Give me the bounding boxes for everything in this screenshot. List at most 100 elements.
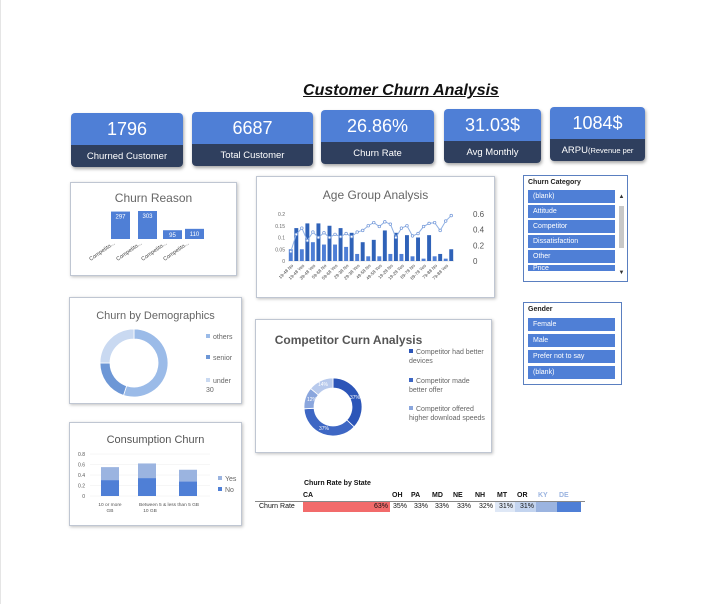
y-tick-label: 0.8 — [78, 452, 85, 458]
state-value-or: 31% — [515, 502, 536, 512]
bar — [327, 225, 332, 261]
legend-swatch — [218, 487, 222, 491]
gender-slicer[interactable]: Gender Female Male Prefer not to say (bl… — [523, 302, 622, 385]
bar — [322, 244, 326, 261]
kpi-value: 26.86% — [321, 110, 434, 142]
legend-item-senior: senior — [206, 354, 232, 363]
slicer-scrollbar[interactable]: ▲ ▼ — [618, 194, 625, 277]
bar-no — [101, 480, 119, 496]
kpi-value: 6687 — [192, 112, 313, 144]
legend-item-under-30: under 30 — [206, 378, 231, 394]
bar — [382, 230, 387, 261]
kpi-arpu: 1084$ ARPU (Revenue per — [550, 107, 645, 161]
state-header-pa: PA — [411, 492, 421, 499]
competitor-chart[interactable]: Competitor Curn Analysis 37% 37% 12% 14% Co… — [255, 319, 492, 453]
line-point — [327, 235, 332, 240]
y-tick-label: 0.05 — [275, 247, 285, 253]
x-tick-label: Between 5 & less than 5 GB — [139, 502, 199, 508]
state-header-mt: MT — [497, 492, 508, 499]
row-label: Churn Rate — [259, 503, 295, 510]
y-tick-label: 0.15 — [275, 224, 285, 230]
x-tick-label: GB — [107, 508, 114, 514]
slice-label: 14% — [318, 382, 329, 388]
y-tick-label: 0.2 — [278, 212, 285, 218]
chevron-up-icon[interactable]: ▲ — [618, 194, 625, 201]
slicer-item-attitude[interactable]: Attitude — [528, 205, 615, 218]
slicer-item-blank[interactable]: (blank) — [528, 366, 615, 379]
y2-tick-label: 0.2 — [473, 241, 485, 250]
bar — [421, 258, 426, 261]
line-point — [438, 228, 442, 233]
state-value-de — [557, 502, 581, 512]
kpi-label: Avg Monthly — [444, 141, 541, 163]
kpi-label: Churn Rate — [321, 142, 434, 164]
demographics-chart[interactable]: Churn by Demographics others senior unde… — [69, 297, 242, 404]
slicer-item-female[interactable]: Female — [528, 318, 615, 331]
legend-item-no: No — [218, 486, 234, 495]
churn-reason-chart[interactable]: Churn Reason 297 Competito... 303 Competito… — [70, 182, 237, 276]
slicer-item-blank[interactable]: (blank) — [528, 190, 615, 203]
kpi-churned-customer: 1796 Churned Customer — [71, 113, 183, 167]
slicer-item-competitor[interactable]: Competitor — [528, 220, 615, 233]
kpi-value: 1084$ — [550, 107, 645, 139]
donut-slice — [303, 407, 355, 437]
legend-item-download-speeds: Competitor offered higher download speed… — [409, 406, 485, 422]
kpi-value: 31.03$ — [444, 109, 541, 141]
line-point — [432, 220, 437, 225]
page-title: Customer Churn Analysis — [303, 82, 499, 99]
slicer-title: Churn Category — [528, 179, 581, 186]
slice-label: 37% — [350, 395, 361, 401]
bar-no — [179, 481, 197, 496]
slicer-item-male[interactable]: Male — [528, 334, 615, 347]
legend-swatch — [206, 355, 210, 359]
state-header-nh: NH — [475, 492, 486, 499]
y-tick-label: 0.2 — [78, 484, 85, 490]
bar — [333, 244, 337, 261]
bar — [432, 256, 437, 261]
tick-label: Competito... — [115, 240, 143, 262]
line-point — [449, 213, 453, 218]
y-tick-label: 0.6 — [78, 463, 85, 469]
y2-tick-label: 0 — [473, 257, 478, 266]
age-group-plot: 0.20.150.10.0500.60.40.2019-48 No19-48 Y… — [275, 210, 485, 281]
data-label: 110 — [190, 232, 200, 238]
state-header-ne: NE — [453, 492, 463, 499]
slicer-item-other[interactable]: Other — [528, 250, 615, 263]
y-tick-label: 0 — [282, 259, 285, 265]
bar — [443, 258, 448, 261]
slicer-item-price[interactable]: Price — [528, 265, 615, 271]
slicer-item-prefer-not-to-say[interactable]: Prefer not to say — [528, 350, 615, 363]
state-value-pa: 33% — [409, 502, 430, 512]
bar — [416, 237, 420, 261]
consumption-chart[interactable]: Consumption Churn 0.8 0.6 0.4 0.2 0 10 or mor… — [69, 422, 242, 526]
churn-category-slicer[interactable]: Churn Category (blank) Attitude Competit… — [523, 175, 628, 282]
kpi-label: ARPU (Revenue per — [550, 139, 645, 161]
bar — [310, 242, 315, 261]
line-point — [355, 230, 359, 234]
line-point — [383, 220, 387, 224]
bar — [316, 223, 321, 261]
legend-item-yes: Yes — [218, 475, 236, 484]
x-tick-label: 10 GB — [143, 508, 157, 514]
y-tick-label: 0 — [82, 494, 85, 500]
line-point — [416, 231, 420, 236]
slice-label: 37% — [319, 426, 330, 432]
y-tick-label: 0.4 — [78, 473, 85, 479]
kpi-label: Total Customer — [192, 144, 313, 166]
state-value-oh: 35% — [390, 502, 409, 512]
line-point — [366, 224, 370, 228]
table-title: Churn Rate by State — [304, 480, 371, 487]
x-tick-label: 10 or more — [98, 502, 122, 508]
bar-yes — [138, 463, 156, 479]
dashboard-page: Customer Churn Analysis 1796 Churned Cus… — [0, 0, 717, 604]
kpi-churn-rate: 26.86% Churn Rate — [321, 110, 434, 164]
line-point — [427, 221, 431, 226]
data-label: 303 — [142, 214, 153, 220]
chevron-down-icon[interactable]: ▼ — [618, 270, 625, 277]
line-point — [377, 224, 381, 229]
age-group-chart[interactable]: Age Group Analysis 0.2 0.15 0.1 0.05 0 0.6 0.4… — [256, 176, 495, 298]
scroll-thumb[interactable] — [619, 206, 624, 248]
slicer-item-dissatisfaction[interactable]: Dissatisfaction — [528, 235, 615, 248]
bar — [399, 253, 404, 261]
slicer-title: Gender — [528, 306, 553, 313]
